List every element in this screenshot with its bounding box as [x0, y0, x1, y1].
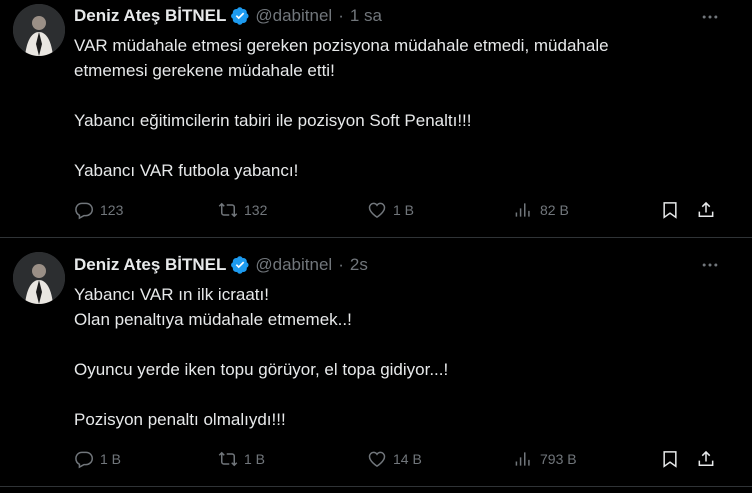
reply-bubble-icon [75, 451, 94, 469]
tweet-text-line: VAR müdahale etmesi gereken pozisyona mü… [74, 36, 609, 55]
reply-button[interactable]: 1 B [74, 447, 121, 471]
tweet-actions: 1 B 1 B 14 B 793 B [74, 447, 734, 471]
retweet-icon [218, 202, 238, 218]
share-button[interactable] [696, 447, 716, 471]
author-name[interactable]: Deniz Ateş BİTNEL [74, 255, 226, 275]
tweet-text-blank [74, 133, 714, 158]
bookmark-button[interactable] [660, 447, 680, 471]
share-button[interactable] [696, 198, 716, 222]
tweet-text-blank [74, 83, 714, 108]
like-button[interactable]: 14 B [367, 447, 422, 471]
like-count: 1 B [393, 202, 415, 218]
tweet-text-blank [74, 382, 714, 407]
avatar[interactable] [13, 252, 65, 304]
retweet-button[interactable]: 132 [218, 198, 267, 222]
bookmark-icon [663, 451, 677, 468]
reply-count: 123 [100, 202, 124, 218]
tweet-text-line: Oyuncu yerde iken topu görüyor, el topa … [74, 360, 449, 379]
separator-dot: · [338, 6, 344, 25]
retweet-count: 132 [244, 202, 268, 218]
tweet-header: Deniz Ateş BİTNEL @dabitnel · 2s [74, 254, 368, 276]
separator-dot: · [338, 255, 344, 274]
share-upload-icon [698, 201, 714, 217]
tweet-actions: 123 132 1 B 82 B [74, 198, 734, 222]
reply-count: 1 B [100, 451, 122, 467]
views-button[interactable]: 82 B [514, 198, 569, 222]
tweet-text-line: Yabancı VAR ın ilk icraatı! [74, 285, 269, 304]
verified-badge-icon [230, 6, 250, 26]
reply-button[interactable]: 123 [74, 198, 123, 222]
author-name[interactable]: Deniz Ateş BİTNEL [74, 6, 226, 26]
timeline-feed: Deniz Ateş BİTNEL @dabitnel · 1 sa VAR m… [0, 0, 752, 493]
tweet-text: Yabancı VAR ın ilk icraatı! Olan penaltı… [74, 282, 714, 432]
tweet-text: VAR müdahale etmesi gereken pozisyona mü… [74, 33, 714, 183]
more-horizontal-icon[interactable] [698, 5, 722, 29]
author-handle[interactable]: @dabitnel [255, 255, 332, 275]
verified-badge-icon [230, 255, 250, 275]
tweet-header: Deniz Ateş BİTNEL @dabitnel · 1 sa [74, 5, 382, 27]
tweet-text-line: Olan penaltıya müdahale etmemek..! [74, 310, 352, 329]
bookmark-button[interactable] [660, 198, 680, 222]
tweet-text-line: Yabancı eğitimcilerin tabiri ile pozisyo… [74, 111, 472, 130]
retweet-count: 1 B [244, 451, 266, 467]
like-count: 14 B [393, 451, 422, 467]
heart-icon [368, 451, 386, 467]
tweet[interactable]: Deniz Ateş BİTNEL @dabitnel · 1 sa VAR m… [0, 0, 752, 238]
views-button[interactable]: 793 B [514, 447, 577, 471]
tweet-text-line: Yabancı VAR futbola yabancı! [74, 161, 299, 180]
view-count: 793 B [540, 451, 577, 467]
tweet-text-blank [74, 332, 714, 357]
bookmark-icon [663, 202, 677, 219]
share-upload-icon [698, 450, 714, 466]
view-count: 82 B [540, 202, 569, 218]
tweet-text-line: Pozisyon penaltı olmalıydı!!! [74, 410, 286, 429]
views-bar-chart-icon [515, 452, 530, 466]
tweet[interactable]: Deniz Ateş BİTNEL @dabitnel · 2s Yabancı… [0, 238, 752, 487]
retweet-button[interactable]: 1 B [218, 447, 265, 471]
author-handle[interactable]: @dabitnel [255, 6, 332, 26]
tweet-timestamp[interactable]: 2s [350, 255, 368, 275]
avatar[interactable] [13, 4, 65, 56]
more-horizontal-icon[interactable] [698, 253, 722, 277]
like-button[interactable]: 1 B [367, 198, 414, 222]
reply-bubble-icon [75, 202, 94, 220]
tweet-text-line: etmemesi gerekene müdahale etti! [74, 61, 335, 80]
heart-icon [368, 202, 386, 218]
retweet-icon [218, 451, 238, 467]
views-bar-chart-icon [515, 203, 530, 217]
tweet-timestamp[interactable]: 1 sa [350, 6, 382, 26]
